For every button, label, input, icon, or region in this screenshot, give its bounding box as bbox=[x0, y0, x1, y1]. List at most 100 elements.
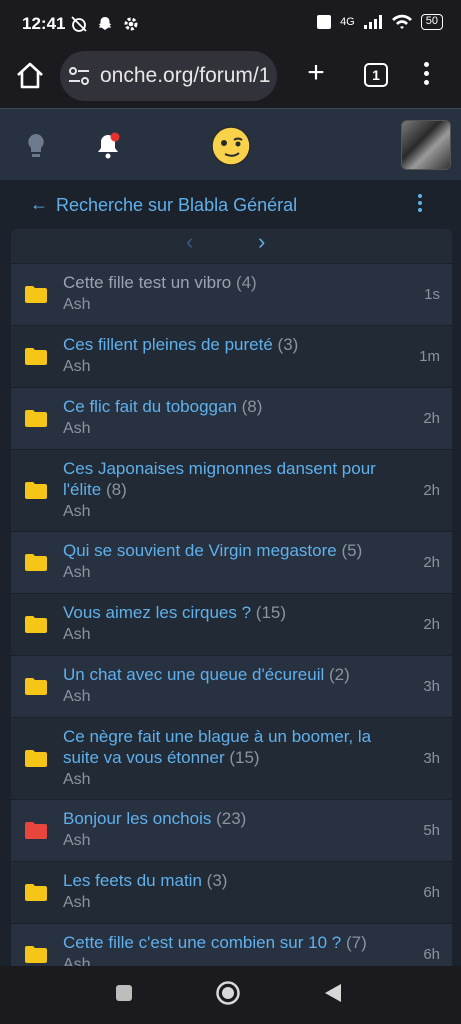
next-page-icon[interactable]: › bbox=[258, 229, 265, 255]
pagination: ‹ › bbox=[11, 229, 452, 263]
page-title[interactable]: Recherche sur Blabla Général bbox=[56, 195, 297, 216]
topic-row[interactable]: Vous aimez les cirques ? (15) Ash 2h bbox=[11, 593, 452, 655]
topic-author[interactable]: Ash bbox=[63, 420, 91, 438]
folder-icon bbox=[25, 750, 47, 767]
status-bar: 12:41 4G 50 bbox=[0, 0, 461, 46]
user-avatar[interactable] bbox=[401, 120, 451, 170]
topic-title[interactable]: Ce nègre fait une blague à un boomer, la… bbox=[63, 726, 393, 768]
topic-title-text: Les feets du matin bbox=[63, 871, 202, 890]
topic-title[interactable]: Ces fillent pleines de pureté (3) bbox=[63, 334, 393, 355]
notification-bell-icon[interactable] bbox=[94, 131, 122, 161]
alarm-off-icon bbox=[71, 16, 87, 32]
tab-switcher-button[interactable]: 1 bbox=[364, 63, 388, 87]
previous-page-icon[interactable]: ‹ bbox=[186, 229, 193, 255]
browser-menu-icon[interactable] bbox=[418, 60, 434, 90]
topic-author[interactable]: Ash bbox=[63, 564, 91, 582]
topic-time: 3h bbox=[423, 678, 440, 695]
site-logo-smiley-icon[interactable] bbox=[210, 125, 252, 167]
topic-time: 2h bbox=[423, 410, 440, 427]
network-type-label: 4G bbox=[340, 16, 355, 28]
status-system-icons: 4G 50 bbox=[316, 14, 443, 30]
topic-reply-count: (8) bbox=[105, 480, 127, 499]
lightbulb-icon[interactable] bbox=[22, 131, 50, 161]
status-time: 12:41 bbox=[22, 14, 66, 33]
topic-title[interactable]: Ces Japonaises mignonnes dansent pour l'… bbox=[63, 458, 393, 500]
topic-title[interactable]: Cette fille test un vibro (4) bbox=[63, 272, 393, 293]
topic-title[interactable]: Un chat avec une queue d'écureuil (2) bbox=[63, 664, 393, 685]
folder-icon bbox=[25, 286, 47, 303]
settings-gear-icon bbox=[124, 17, 138, 31]
topic-row[interactable]: Ces Japonaises mignonnes dansent pour l'… bbox=[11, 449, 452, 531]
topic-reply-count: (4) bbox=[235, 273, 257, 292]
topic-reply-count: (15) bbox=[229, 748, 260, 767]
topic-row[interactable]: Ce flic fait du toboggan (8) Ash 2h bbox=[11, 387, 452, 449]
topic-author[interactable]: Ash bbox=[63, 894, 91, 912]
home-circle-icon[interactable] bbox=[215, 980, 241, 1006]
page-title-bar: ← Recherche sur Blabla Général bbox=[0, 180, 461, 230]
topic-author[interactable]: Ash bbox=[63, 358, 91, 376]
recents-icon[interactable] bbox=[114, 983, 134, 1003]
more-options-icon[interactable] bbox=[415, 194, 425, 216]
topic-reply-count: (5) bbox=[341, 541, 363, 560]
topic-reply-count: (3) bbox=[206, 871, 228, 890]
topic-author[interactable]: Ash bbox=[63, 956, 91, 966]
folder-icon bbox=[25, 822, 47, 839]
topic-reply-count: (7) bbox=[345, 933, 367, 952]
snapchat-icon bbox=[98, 17, 112, 30]
topic-row[interactable]: Bonjour les onchois (23) Ash 5h bbox=[11, 799, 452, 861]
url-text: onche.org/forum/1 bbox=[100, 64, 271, 87]
browser-toolbar: onche.org/forum/1 + 1 bbox=[0, 46, 461, 108]
topic-title[interactable]: Qui se souvient de Virgin megastore (5) bbox=[63, 540, 393, 561]
topic-author[interactable]: Ash bbox=[63, 626, 91, 644]
topic-title-text: Un chat avec une queue d'écureuil bbox=[63, 665, 325, 684]
folder-icon bbox=[25, 410, 47, 427]
topic-time: 2h bbox=[423, 482, 440, 499]
wifi-icon bbox=[391, 14, 412, 29]
battery-indicator: 50 bbox=[420, 14, 443, 30]
topic-row[interactable]: Ces fillent pleines de pureté (3) Ash 1m bbox=[11, 325, 452, 387]
topic-time: 1m bbox=[419, 348, 440, 365]
topic-title-text: Ce flic fait du toboggan bbox=[63, 397, 237, 416]
topic-title-text: Vous aimez les cirques ? bbox=[63, 603, 252, 622]
topic-author[interactable]: Ash bbox=[63, 503, 91, 521]
volte-icon bbox=[317, 15, 332, 29]
folder-icon bbox=[25, 554, 47, 571]
topic-title-text: Qui se souvient de Virgin megastore bbox=[63, 541, 337, 560]
back-triangle-icon[interactable] bbox=[322, 982, 344, 1004]
topic-row[interactable]: Cette fille c'est une combien sur 10 ? (… bbox=[11, 923, 452, 966]
topic-row[interactable]: Ce nègre fait une blague à un boomer, la… bbox=[11, 717, 452, 799]
topic-title[interactable]: Les feets du matin (3) bbox=[63, 870, 393, 891]
topic-title[interactable]: Cette fille c'est une combien sur 10 ? (… bbox=[63, 932, 393, 953]
topic-title[interactable]: Bonjour les onchois (23) bbox=[63, 808, 393, 829]
back-arrow-icon[interactable]: ← bbox=[30, 194, 48, 215]
site-info-icon[interactable] bbox=[68, 66, 90, 86]
system-nav-bar bbox=[0, 966, 461, 1024]
topic-author[interactable]: Ash bbox=[63, 296, 91, 314]
topic-title[interactable]: Ce flic fait du toboggan (8) bbox=[63, 396, 393, 417]
new-tab-button[interactable]: + bbox=[300, 58, 332, 90]
folder-icon bbox=[25, 884, 47, 901]
site-header bbox=[0, 108, 461, 180]
topic-rows: Cette fille test un vibro (4) Ash 1s Ces fi… bbox=[11, 263, 452, 966]
topic-author[interactable]: Ash bbox=[63, 688, 91, 706]
topic-time: 5h bbox=[423, 822, 440, 839]
topic-row[interactable]: Un chat avec une queue d'écureuil (2) Ash… bbox=[11, 655, 452, 717]
topic-row[interactable]: Qui se souvient de Virgin megastore (5) A… bbox=[11, 531, 452, 593]
status-notification-icons bbox=[70, 15, 140, 33]
folder-icon bbox=[25, 678, 47, 695]
topic-author[interactable]: Ash bbox=[63, 771, 91, 789]
topic-title[interactable]: Vous aimez les cirques ? (15) bbox=[63, 602, 393, 623]
topic-title-text: Cette fille c'est une combien sur 10 ? bbox=[63, 933, 342, 952]
topic-reply-count: (2) bbox=[329, 665, 350, 684]
topic-time: 2h bbox=[423, 554, 440, 571]
folder-icon bbox=[25, 482, 47, 499]
url-bar[interactable]: onche.org/forum/1 bbox=[60, 51, 277, 101]
topic-author[interactable]: Ash bbox=[63, 832, 91, 850]
topic-time: 3h bbox=[423, 750, 440, 767]
topic-row[interactable]: Les feets du matin (3) Ash 6h bbox=[11, 861, 452, 923]
topic-list: ‹ › Cette fille test un vibro (4) Ash 1s Ce… bbox=[11, 229, 452, 966]
topic-time: 6h bbox=[423, 884, 440, 901]
home-icon[interactable] bbox=[14, 60, 46, 92]
topic-row[interactable]: Cette fille test un vibro (4) Ash 1s bbox=[11, 263, 452, 325]
topic-title-text: Bonjour les onchois bbox=[63, 809, 212, 828]
